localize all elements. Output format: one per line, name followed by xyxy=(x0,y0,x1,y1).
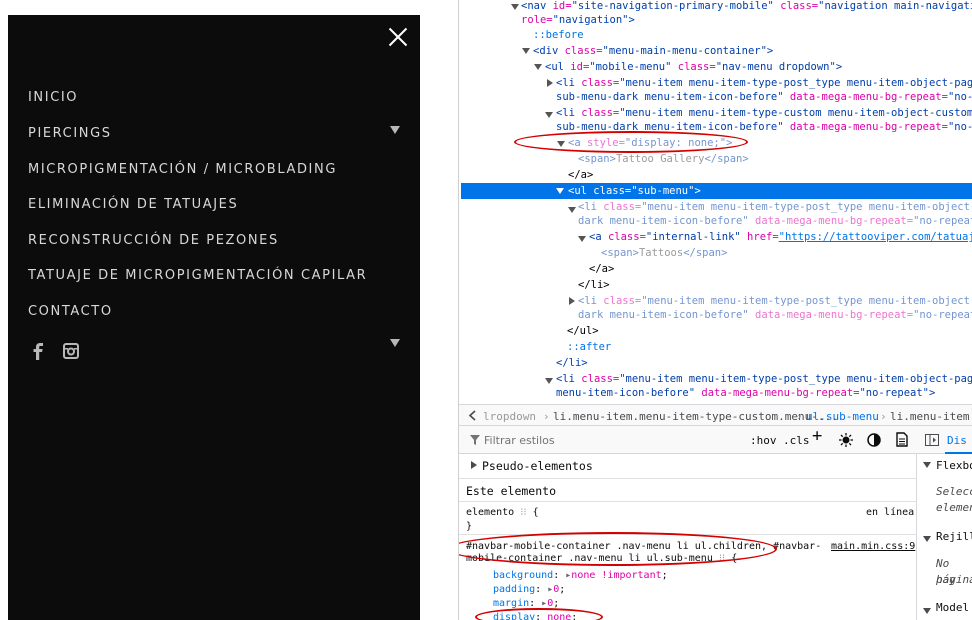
cls-toggle[interactable]: .cls xyxy=(783,433,810,449)
menu-item-contacto[interactable]: CONTACTO xyxy=(28,304,113,319)
filter-bar: Filtrar estilos :hov .cls + xyxy=(459,426,917,454)
dom-node-selected-row[interactable]: <ul class="sub-menu"> xyxy=(461,183,972,199)
menu-item-eliminacion[interactable]: ELIMINACIÓN DE TATUAJES xyxy=(28,197,238,212)
twisty-open-icon[interactable] xyxy=(923,608,931,614)
dom-node-ul-submenu[interactable]: <ul class="sub-menu"> xyxy=(568,183,701,199)
inline-rule[interactable]: elemento ⁝⁝ { xyxy=(466,505,539,521)
twisty-open-icon[interactable] xyxy=(545,378,553,384)
twisty-open-icon[interactable] xyxy=(568,207,576,213)
mobile-menu-panel: INICIO PIERCINGS MICROPIGMENTACIÓN / MIC… xyxy=(8,15,420,620)
sidebar-toggle-icon[interactable] xyxy=(925,434,939,446)
divider xyxy=(459,501,917,502)
dom-node-li-close: </li> xyxy=(578,279,610,291)
flexbox-desc: Selecci xyxy=(936,485,972,498)
flexbox-desc-cont: elemen xyxy=(936,501,972,514)
this-element-heading: Este elemento xyxy=(466,484,557,498)
facebook-icon[interactable] xyxy=(32,343,44,360)
twisty-open-icon[interactable] xyxy=(923,462,931,468)
tab-layout[interactable]: Dis xyxy=(947,433,967,449)
twisty-open-icon[interactable] xyxy=(511,4,519,10)
dom-node-li-close-2: </li> xyxy=(556,357,588,369)
breadcrumb-separator: › xyxy=(543,410,550,423)
divider xyxy=(459,478,917,479)
tab-active-indicator xyxy=(945,452,972,454)
menu-item-capilar[interactable]: TATUAJE DE MICROPIGMENTACIÓN CAPILAR xyxy=(28,268,367,283)
filter-styles-input[interactable]: Filtrar estilos xyxy=(484,433,555,449)
close-icon[interactable] xyxy=(388,27,408,47)
annotation-oval xyxy=(514,131,748,153)
menu-item-micropigmentacion[interactable]: MICROPIGMENTACIÓN / MICROBLADING xyxy=(28,162,337,177)
hov-toggle[interactable]: :hov xyxy=(750,433,777,449)
dom-node-li-sub-1-cont: dark menu-item-icon-before" data-mega-me… xyxy=(578,215,972,227)
breadcrumb-separator: › xyxy=(796,410,803,423)
dom-node-a-internal[interactable]: <a class="internal-link" href="https://t… xyxy=(589,229,972,245)
add-rule-button[interactable]: + xyxy=(812,428,822,445)
dom-node-span-gallery[interactable]: <span>Tattoo Gallery</span> xyxy=(578,151,749,167)
twisty-closed-icon[interactable] xyxy=(547,79,553,87)
dom-node-ul-mobile[interactable]: <ul id="mobile-menu" class="nav-menu dro… xyxy=(545,59,842,75)
twisty-open-icon[interactable] xyxy=(923,536,931,542)
css-source-link[interactable]: main.min.css:9 xyxy=(831,539,915,555)
flexbox-section[interactable]: Flexbo xyxy=(936,458,972,474)
menu-item-piercings[interactable]: PIERCINGS xyxy=(28,126,112,141)
filter-icon xyxy=(470,435,480,445)
breadcrumb-item[interactable]: li.menu-item.me xyxy=(890,409,972,425)
dom-node-a-close-2: </a> xyxy=(589,263,615,275)
dom-node-ul-close: </ul> xyxy=(567,325,599,337)
twisty-open-icon[interactable] xyxy=(578,236,586,242)
inline-source: en línea xyxy=(866,507,915,518)
dom-node-li-3-cont: menu-item-icon-before" data-mega-menu-bg… xyxy=(556,387,936,399)
devtools-panel: <nav id="site-navigation-primary-mobile"… xyxy=(458,0,972,620)
dom-node-a-close: </a> xyxy=(568,169,594,181)
box-model-section[interactable]: Model xyxy=(936,600,969,616)
chevron-down-icon[interactable] xyxy=(390,339,400,347)
annotation-oval xyxy=(459,532,777,566)
breadcrumb-item[interactable]: lropdown xyxy=(483,409,536,425)
grid-section[interactable]: Rejilla xyxy=(936,529,972,545)
twisty-open-icon[interactable] xyxy=(534,64,542,70)
twisty-open-icon[interactable] xyxy=(556,188,564,194)
rules-panel: Filtrar estilos :hov .cls + Pseudo-eleme… xyxy=(459,426,917,620)
annotation-oval xyxy=(475,608,603,620)
instagram-icon[interactable] xyxy=(63,343,79,359)
dom-node-li-sub-2-cont: dark menu-item-icon-before" data-mega-me… xyxy=(578,309,972,321)
print-media-icon[interactable] xyxy=(896,432,908,447)
pseudo-elements-section[interactable]: Pseudo-elementos xyxy=(482,458,593,474)
dom-node-div[interactable]: <div class="menu-main-menu-container"> xyxy=(533,43,773,59)
layout-panel: Dis Flexbo Selecci elemen Rejilla No hay… xyxy=(917,426,972,620)
breadcrumb: lropdown › li.menu-item.menu-item-type-c… xyxy=(459,404,972,426)
twisty-closed-icon[interactable] xyxy=(569,297,575,305)
dark-theme-icon[interactable] xyxy=(867,433,881,447)
chevron-down-icon[interactable] xyxy=(390,126,400,134)
menu-item-reconstruccion[interactable]: RECONSTRUCCIÓN DE PEZONES xyxy=(28,233,279,248)
dom-node-before[interactable]: ::before xyxy=(533,27,584,43)
dom-node-span-tattoos[interactable]: <span>Tattoos</span> xyxy=(601,245,727,261)
dom-node-after[interactable]: ::after xyxy=(567,339,611,355)
dom-node-nav-cont: role="navigation"> xyxy=(521,14,635,26)
light-theme-icon[interactable] xyxy=(839,433,853,447)
dom-node-li-1-cont: sub-menu-dark menu-item-icon-before" dat… xyxy=(556,91,972,103)
breadcrumb-separator: › xyxy=(880,410,887,423)
chevron-left-icon[interactable] xyxy=(468,410,476,421)
breadcrumb-item-active[interactable]: ul.sub-menu xyxy=(806,409,879,425)
grid-desc-cont: página xyxy=(936,573,972,586)
twisty-closed-icon[interactable] xyxy=(471,461,477,469)
twisty-open-icon[interactable] xyxy=(545,112,553,118)
menu-item-inicio[interactable]: INICIO xyxy=(28,90,78,105)
inline-rule-close: } xyxy=(466,521,473,532)
twisty-open-icon[interactable] xyxy=(522,48,530,54)
